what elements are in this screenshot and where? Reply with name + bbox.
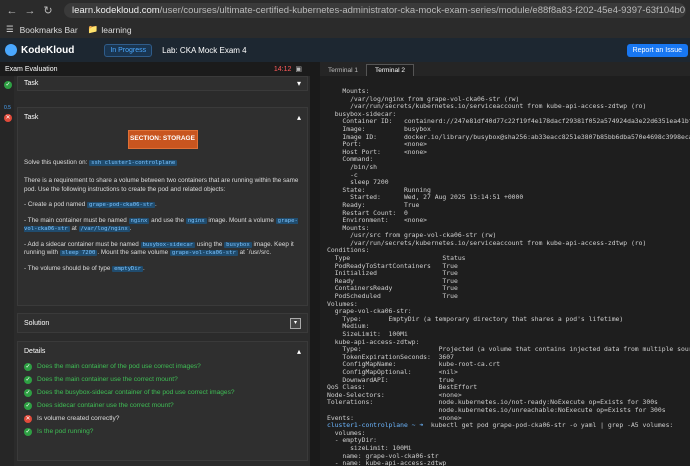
report-issue-button[interactable]: Report an Issue <box>626 43 688 57</box>
bookmarks-bar-label[interactable]: Bookmarks Bar <box>20 25 78 35</box>
check-item: ✓ Is the pod running? <box>24 427 94 436</box>
forward-icon[interactable]: → <box>24 5 36 17</box>
task-bullet-1: - Create a pod named grape-pod-cka06-str… <box>24 201 157 208</box>
task-bullet-3: - Add a sidecar container must be named … <box>24 240 294 256</box>
back-icon[interactable]: ← <box>6 5 18 17</box>
terminal-tabs: Terminal 1 Terminal 2 <box>320 62 690 76</box>
chevron-up-icon[interactable]: ▴ <box>297 113 301 122</box>
check-icon: ✓ <box>24 362 32 371</box>
terminal-prompt-line: cluster1-controlplane ~ ➜ kubectl get po… <box>327 421 690 430</box>
check-icon: ✓ <box>24 401 32 410</box>
solution-label: Solution <box>24 319 50 327</box>
check-item: ✓ Does the main container use the correct… <box>24 375 178 384</box>
solution-toggle-icon[interactable]: ▾ <box>290 317 301 329</box>
check-item: ✓ Does the main container of the pod use … <box>24 362 201 371</box>
terminal-line: - name: kube-api-access-zdtwp <box>327 459 447 466</box>
check-icon: ✓ <box>24 375 32 384</box>
logo-text: KodeKloud <box>21 44 75 56</box>
shell-command: kubectl get pod grape-pod-cka06-str -o y… <box>423 421 674 430</box>
check-item: ✕ Is volume created correctly? <box>24 414 120 423</box>
task-body: SECTION: STORAGE Solve this question on:… <box>18 130 307 273</box>
terminal-line: volumes: <box>327 428 366 437</box>
task-bullet-2: - The main container must be named nginx… <box>24 216 298 232</box>
task-label: Task <box>24 80 39 87</box>
section-badge: SECTION: STORAGE <box>127 130 198 149</box>
terminal-panel: Terminal 1 Terminal 2 Mounts: /var/log/n… <box>320 62 690 466</box>
task-card: Task ▴ SECTION: STORAGE Solve this quest… <box>17 107 308 306</box>
url-path: /user/courses/ultimate-certified-kuberne… <box>159 5 686 16</box>
task-card-collapsed[interactable]: Task ▾ <box>17 76 308 91</box>
reload-icon[interactable]: ↻ <box>42 4 54 17</box>
bookmarks-bar: ☰ Bookmarks Bar 📁 learning <box>0 21 690 39</box>
logo[interactable]: KodeKloud <box>5 44 74 56</box>
question-score: 0.5 <box>4 105 11 111</box>
status-badge: In Progress <box>104 43 153 57</box>
panel-title: Exam Evaluation <box>5 65 58 73</box>
panel-resize-handle[interactable] <box>310 62 320 466</box>
solution-card[interactable]: Solution ▾ <box>17 313 308 333</box>
terminal-output[interactable]: Mounts: /var/log/nginx from grape-vol-ck… <box>327 88 690 466</box>
bookmark-folder-learning[interactable]: learning <box>101 25 131 35</box>
exam-evaluation-panel: Exam Evaluation 14:12 ▣ ✓ 0.5 ✕ Task ▾ T… <box>0 62 310 466</box>
url-host: learn.kodekloud.com <box>72 5 160 16</box>
browser-toolbar: ← → ↻ learn.kodekloud.com/user/courses/u… <box>0 0 690 21</box>
ssh-command[interactable]: ssh cluster1-controlplane <box>89 159 178 166</box>
fullscreen-icon[interactable]: ▣ <box>295 65 302 73</box>
terminal-line: /bin/sh <box>327 162 378 171</box>
task-label: Task <box>24 113 39 121</box>
terminal-line: Command: <box>327 155 374 164</box>
check-icon: ✓ <box>4 81 12 89</box>
bookmarks-bar-icon: ☰ <box>6 24 14 34</box>
task-intro: There is a requirement to share a volume… <box>24 177 299 193</box>
cross-icon: ✕ <box>4 114 12 122</box>
address-bar[interactable]: learn.kodekloud.com/user/courses/ultimat… <box>64 3 686 18</box>
check-item: ✓ Does sidecar container use the correct … <box>24 401 174 410</box>
solve-on-line: Solve this question on: ssh cluster1-con… <box>24 158 178 166</box>
terminal-line: Host Port: <none> <box>327 147 428 156</box>
check-icon: ✓ <box>24 427 32 436</box>
check-item: ✓ Does the busybox-sidecar container of t… <box>24 388 235 397</box>
terminal-line: Environment: <none> <box>327 216 428 225</box>
check-icon: ✓ <box>24 388 32 397</box>
chevron-down-icon[interactable]: ▾ <box>297 79 301 88</box>
cross-icon: ✕ <box>24 414 32 423</box>
details-label: Details <box>24 347 46 355</box>
question-gutter: ✓ 0.5 ✕ <box>0 76 14 466</box>
panel-header: Exam Evaluation 14:12 ▣ <box>0 62 310 76</box>
exam-timer: 14:12 <box>273 65 292 73</box>
terminal-line: /var/run/secrets/kubernetes.io/serviceac… <box>327 238 647 247</box>
tab-terminal-1[interactable]: Terminal 1 <box>320 65 366 76</box>
lab-title: Lab: CKA Mock Exam 4 <box>162 45 247 55</box>
tab-terminal-2[interactable]: Terminal 2 <box>365 64 414 76</box>
details-card: Details ▴ ✓ Does the main container of th… <box>17 341 308 461</box>
chevron-up-icon[interactable]: ▴ <box>297 347 301 356</box>
terminal-line: Type: EmptyDir (a temporary directory th… <box>327 314 624 323</box>
terminal-line: PodScheduled True <box>327 292 458 301</box>
task-bullet-4: - The volume should be of type emptyDir. <box>24 264 145 272</box>
kodekloud-logo-icon <box>5 44 17 56</box>
app-header: KodeKloud In Progress Lab: CKA Mock Exam… <box>0 38 690 62</box>
folder-icon: 📁 <box>87 24 99 34</box>
shell-prompt: cluster1-controlplane ~ ➜ <box>327 421 424 430</box>
